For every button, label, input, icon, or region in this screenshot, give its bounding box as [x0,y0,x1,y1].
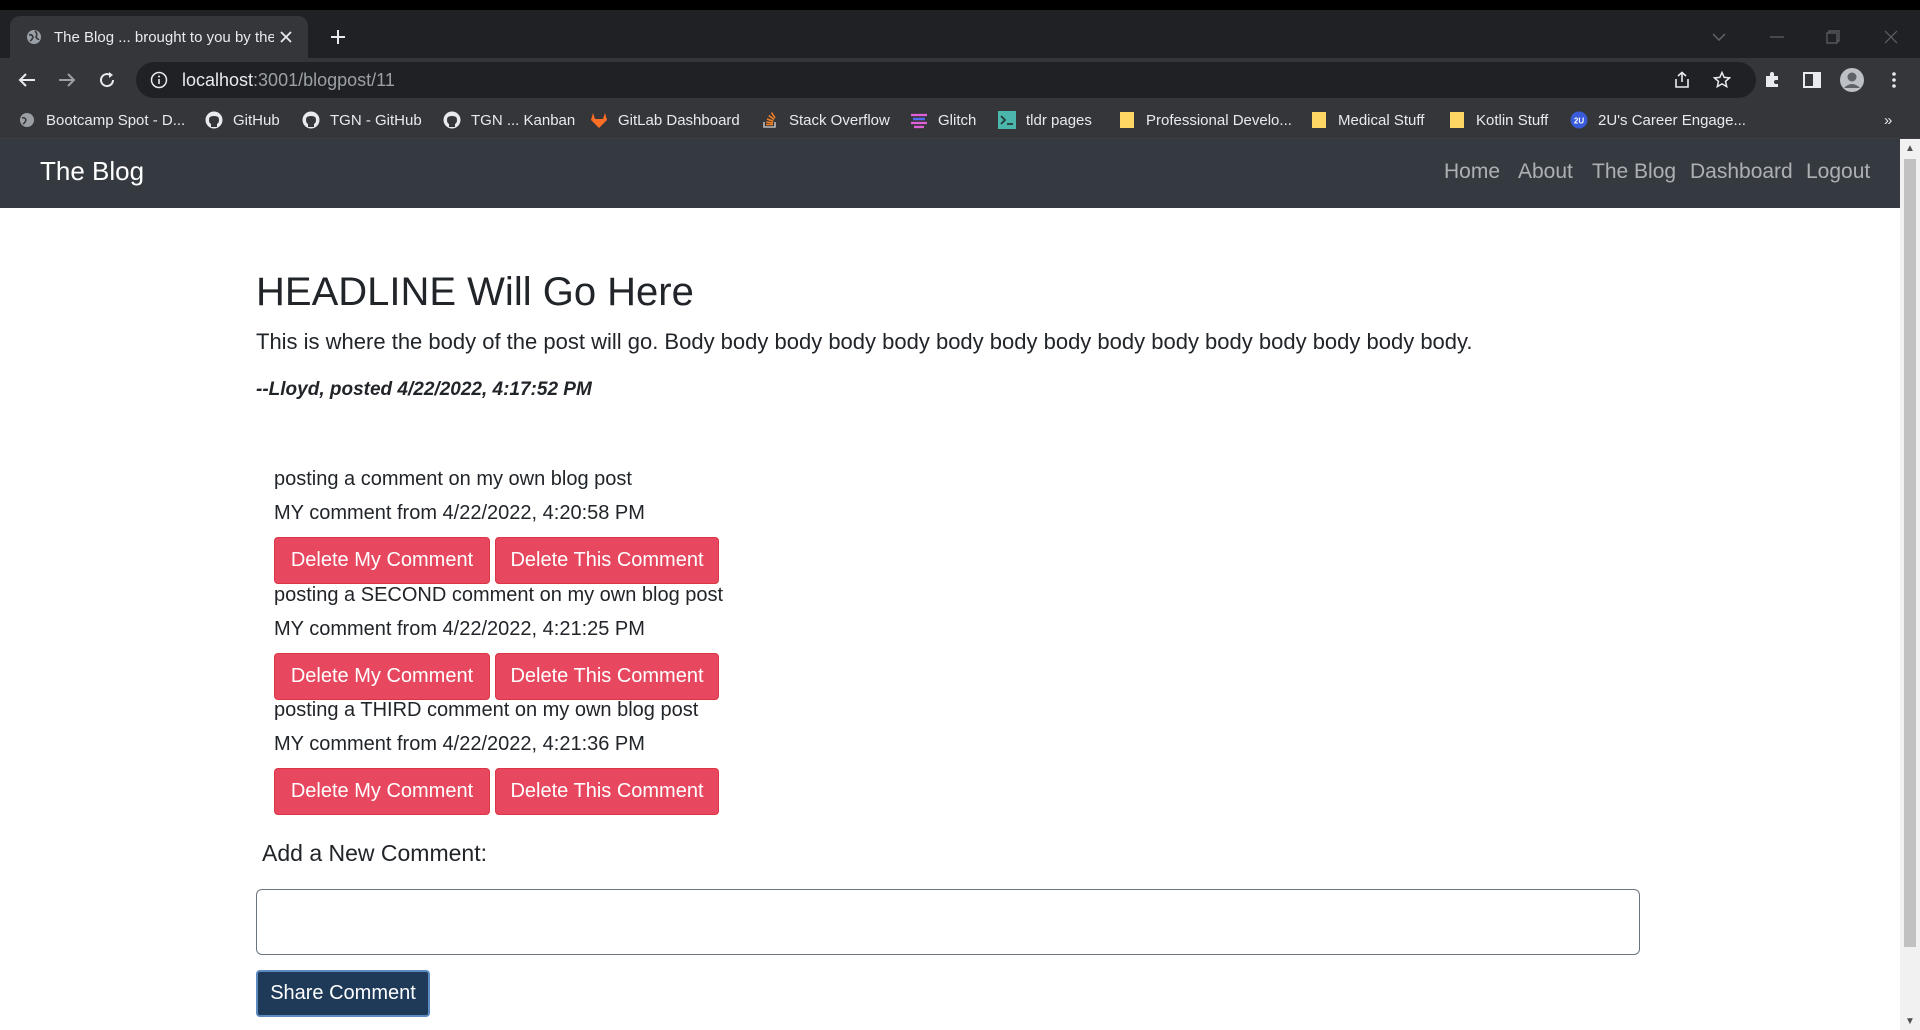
bookmark-item[interactable]: Bootcamp Spot - D... [18,108,185,132]
2u-icon: 2U [1570,111,1588,129]
tab-search-chevron-icon[interactable] [1706,24,1732,50]
bookmark-label: Professional Develo... [1146,111,1292,129]
scroll-up-arrow-icon[interactable]: ▲ [1900,139,1920,157]
globe-icon [18,111,36,129]
comment-text: posting a comment on my own blog post [274,468,632,490]
page-viewport: The Blog Home About The Blog Dashboard L… [0,139,1920,1030]
share-comment-button[interactable]: Share Comment [256,970,430,1017]
bookmark-label: Stack Overflow [789,111,890,129]
bookmark-item[interactable]: TGN ... Kanban [443,108,575,132]
scrollbar-thumb[interactable] [1904,159,1916,947]
bookmark-item[interactable]: 2U 2U's Career Engage... [1570,108,1746,132]
address-bar[interactable]: localhost:3001/blogpost/11 [136,62,1756,98]
side-panel-icon[interactable] [1798,66,1826,94]
delete-my-comment-button[interactable]: Delete My Comment [274,537,490,584]
bookmark-label: Kotlin Stuff [1476,111,1549,129]
comment-item: posting a comment on my own blog post MY… [274,462,719,584]
bookmark-folder[interactable]: Professional Develo... [1118,108,1292,132]
delete-my-comment-button[interactable]: Delete My Comment [274,768,490,815]
nav-link-dashboard[interactable]: Dashboard [1690,160,1793,184]
tab-bar: The Blog ... brought to you by the [0,10,1920,58]
bookmark-label: Glitch [938,111,977,129]
browser-tab-active[interactable]: The Blog ... brought to you by the [10,16,308,58]
bookmark-label: GitLab Dashboard [618,111,740,129]
site-brand[interactable]: The Blog [40,156,144,187]
bookmark-star-icon[interactable] [1708,66,1736,94]
globe-icon [26,29,42,45]
more-bookmarks-label: » [1884,111,1893,129]
github-icon [302,111,320,129]
svg-text:2U: 2U [1574,117,1584,126]
reload-icon[interactable] [93,66,121,94]
github-icon [205,111,223,129]
new-tab-icon[interactable] [325,24,351,50]
bookmark-item[interactable]: Glitch [910,108,976,132]
url-host: localhost [182,69,254,90]
bookmark-item[interactable]: tldr pages [998,108,1092,132]
post-byline: --Lloyd, posted 4/22/2022, 4:17:52 PM [256,379,592,400]
comment-meta: MY comment from 4/22/2022, 4:21:25 PM [274,618,645,640]
profile-avatar-icon[interactable] [1838,66,1866,94]
window-top-strip [0,0,1920,10]
bookmarks-bar: Bootcamp Spot - D... GitHub TGN - GitHub… [0,102,1920,139]
browser-menu-icon[interactable] [1880,66,1908,94]
folder-icon [1448,111,1466,129]
extensions-icon[interactable] [1758,66,1786,94]
new-comment-input[interactable] [256,889,1640,955]
bookmark-label: Bootcamp Spot - D... [46,111,186,129]
nav-link-logout[interactable]: Logout [1806,160,1870,184]
bookmark-item[interactable]: GitLab Dashboard [590,108,740,132]
delete-this-comment-button[interactable]: Delete This Comment [495,537,719,584]
close-window-icon[interactable] [1878,24,1904,50]
tldr-icon [998,111,1016,129]
tab-title: The Blog ... brought to you by the [54,28,274,46]
bookmark-label: TGN ... Kanban [471,111,576,129]
folder-icon [1118,111,1136,129]
delete-this-comment-button[interactable]: Delete This Comment [495,768,719,815]
glitch-icon [910,111,928,129]
bookmark-label: tldr pages [1026,111,1092,129]
bookmark-item[interactable]: TGN - GitHub [302,108,422,132]
minimize-icon[interactable] [1764,24,1790,50]
comment-meta: MY comment from 4/22/2022, 4:20:58 PM [274,502,645,524]
bookmark-folder[interactable]: Kotlin Stuff [1448,108,1548,132]
restore-icon[interactable] [1820,24,1846,50]
comment-item: posting a SECOND comment on my own blog … [274,578,723,700]
post-headline: HEADLINE Will Go Here [256,270,694,314]
close-tab-icon[interactable] [274,25,298,49]
bookmark-label: 2U's Career Engage... [1598,111,1746,129]
post-body: This is where the body of the post will … [256,329,1473,354]
add-comment-label: Add a New Comment: [262,840,487,866]
more-bookmarks-chevron[interactable]: » [1884,108,1892,132]
folder-icon [1310,111,1328,129]
comment-meta: MY comment from 4/22/2022, 4:21:36 PM [274,733,645,755]
github-icon [443,111,461,129]
bookmark-label: TGN - GitHub [330,111,422,129]
stackoverflow-icon [761,111,779,129]
back-icon[interactable] [13,66,41,94]
forward-icon[interactable] [53,66,81,94]
bookmark-folder[interactable]: Medical Stuff [1310,108,1424,132]
bookmark-item[interactable]: GitHub [205,108,280,132]
comment-text: posting a THIRD comment on my own blog p… [274,699,699,721]
bookmark-label: Medical Stuff [1338,111,1425,129]
comment-item: posting a THIRD comment on my own blog p… [274,693,719,815]
page-scrollbar[interactable]: ▲ ▼ [1900,139,1920,1030]
scroll-down-arrow-icon[interactable]: ▼ [1900,1012,1920,1030]
post-content: HEADLINE Will Go Here This is where the … [256,139,1646,1030]
browser-toolbar: localhost:3001/blogpost/11 [0,58,1920,102]
share-page-icon[interactable] [1668,66,1696,94]
comment-text: posting a SECOND comment on my own blog … [274,584,724,606]
bookmark-label: GitHub [233,111,280,129]
site-info-icon[interactable] [150,71,168,89]
url-path: :3001/blogpost/11 [253,69,395,90]
bookmark-item[interactable]: Stack Overflow [761,108,890,132]
gitlab-icon [590,111,608,129]
